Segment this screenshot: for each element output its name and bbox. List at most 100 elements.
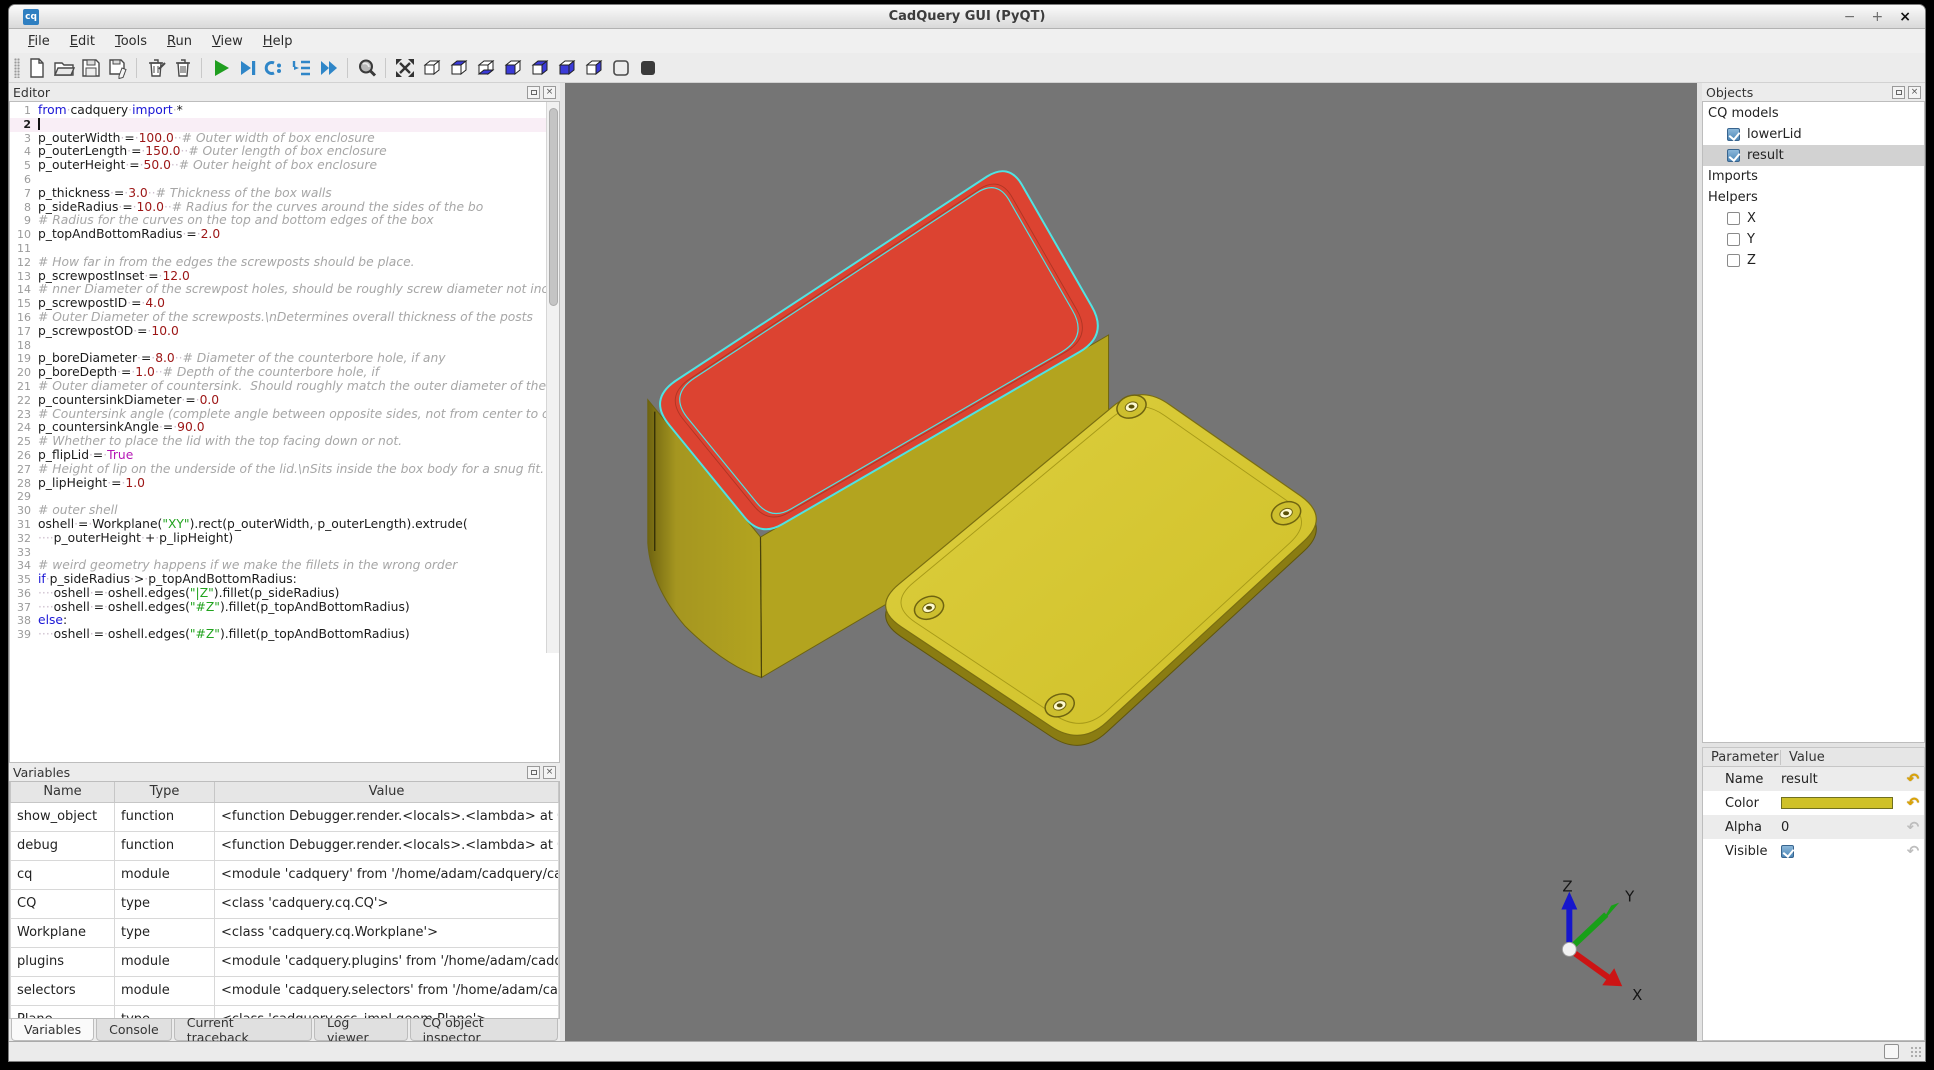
- step-button[interactable]: [261, 55, 288, 81]
- code-line-11[interactable]: 11: [10, 242, 546, 256]
- code-line-31[interactable]: 31oshell·=·Workplane("XY").rect(p_outerW…: [10, 518, 546, 532]
- code-line-37[interactable]: 37····oshell·=·oshell.edges("#Z").fillet…: [10, 601, 546, 615]
- delete-button[interactable]: [169, 55, 196, 81]
- menu-help[interactable]: Help: [254, 32, 302, 51]
- code-line-8[interactable]: 8p_sideRadius·=·10.0··# Radius for the c…: [10, 201, 546, 215]
- code-line-32[interactable]: 32····p_outerHeight·+·p_lipHeight): [10, 532, 546, 546]
- checkbox-y[interactable]: [1727, 233, 1740, 246]
- code-line-24[interactable]: 24p_countersinkAngle·=·90.0: [10, 421, 546, 435]
- menu-view[interactable]: View: [203, 32, 252, 51]
- parameter-row-name[interactable]: Nameresult↶: [1703, 767, 1924, 791]
- view-right-button[interactable]: [580, 55, 607, 81]
- tab-cq-object-inspector[interactable]: CQ object inspector: [410, 1019, 558, 1041]
- open-file-button[interactable]: [50, 55, 77, 81]
- viewport-3d[interactable]: Z Y X: [565, 83, 1697, 1041]
- view-left-button[interactable]: [553, 55, 580, 81]
- view-back-button[interactable]: [526, 55, 553, 81]
- code-line-14[interactable]: 14# nner Diameter of the screwpost holes…: [10, 283, 546, 297]
- color-swatch[interactable]: [1781, 797, 1893, 809]
- view-front-button[interactable]: [499, 55, 526, 81]
- code-line-23[interactable]: 23# Countersink angle (complete angle be…: [10, 408, 546, 422]
- code-line-21[interactable]: 21# Outer diameter of countersink. Shoul…: [10, 380, 546, 394]
- editor-close-icon[interactable]: ×: [543, 86, 556, 99]
- code-line-19[interactable]: 19p_boreDiameter·=·8.0··# Diameter of th…: [10, 352, 546, 366]
- parameter-value[interactable]: result: [1781, 772, 1902, 787]
- code-line-5[interactable]: 5p_outerHeight·=·50.0··# Outer height of…: [10, 159, 546, 173]
- tree-item-z[interactable]: Z: [1703, 250, 1924, 271]
- checkbox-z[interactable]: [1727, 254, 1740, 267]
- code-line-3[interactable]: 3p_outerWidth·=·100.0··# Outer width of …: [10, 132, 546, 146]
- clear-button[interactable]: [142, 55, 169, 81]
- tree-item-result[interactable]: result: [1703, 145, 1924, 166]
- variable-row[interactable]: selectorsmodule<module 'cadquery.selecto…: [11, 976, 559, 1005]
- code-line-20[interactable]: 20p_boreDepth·=·1.0··# Depth of the coun…: [10, 366, 546, 380]
- code-line-22[interactable]: 22p_countersinkDiameter·=·0.0: [10, 394, 546, 408]
- fit-view-button[interactable]: [391, 55, 418, 81]
- tab-variables[interactable]: Variables: [11, 1019, 94, 1041]
- tree-group-helpers[interactable]: Helpers: [1703, 187, 1924, 208]
- minimize-button[interactable]: −: [1844, 10, 1856, 24]
- code-line-36[interactable]: 36····oshell·=·oshell.edges("|Z").fillet…: [10, 587, 546, 601]
- code-line-2[interactable]: 2: [10, 118, 546, 132]
- save-as-button[interactable]: [104, 55, 131, 81]
- menu-run[interactable]: Run: [158, 32, 201, 51]
- parameter-row-visible[interactable]: Visible↶: [1703, 839, 1924, 863]
- objects-close-icon[interactable]: ×: [1908, 86, 1921, 99]
- variable-row[interactable]: CQtype<class 'cadquery.cq.CQ'>: [11, 889, 559, 918]
- visible-checkbox[interactable]: [1781, 845, 1794, 858]
- code-line-16[interactable]: 16# Outer Diameter of the screwposts.\nD…: [10, 311, 546, 325]
- view-iso-button[interactable]: [418, 55, 445, 81]
- tab-console[interactable]: Console: [96, 1019, 172, 1041]
- parameter-value[interactable]: 0: [1781, 820, 1902, 835]
- parameter-value[interactable]: [1781, 845, 1902, 858]
- revert-icon[interactable]: ↶: [1902, 770, 1924, 788]
- editor-float-icon[interactable]: [527, 86, 540, 99]
- code-editor[interactable]: 1from·cadquery·import·*23p_outerWidth·=·…: [9, 101, 560, 653]
- variable-row[interactable]: show_objectfunction<function Debugger.re…: [11, 802, 559, 831]
- checkbox-result[interactable]: [1727, 149, 1740, 162]
- code-line-10[interactable]: 10p_topAndBottomRadius·=·2.0: [10, 228, 546, 242]
- code-line-27[interactable]: 27# Height of lip on the underside of th…: [10, 463, 546, 477]
- variable-row[interactable]: Workplanetype<class 'cadquery.cq.Workpla…: [11, 918, 559, 947]
- view-bottom-button[interactable]: [472, 55, 499, 81]
- editor-scrollbar-thumb[interactable]: [549, 108, 558, 306]
- code-line-39[interactable]: 39····oshell·=·oshell.edges("#Z").fillet…: [10, 628, 546, 642]
- view-top-button[interactable]: [445, 55, 472, 81]
- variables-column-type[interactable]: Type: [115, 782, 215, 802]
- toolbar-drag-handle[interactable]: [14, 58, 20, 78]
- code-line-35[interactable]: 35if·p_sideRadius·>·p_topAndBottomRadius…: [10, 573, 546, 587]
- debug-button[interactable]: [234, 55, 261, 81]
- variables-float-icon[interactable]: [527, 766, 540, 779]
- tree-item-lowerlid[interactable]: lowerLid: [1703, 124, 1924, 145]
- parameter-value[interactable]: [1781, 797, 1902, 809]
- code-line-12[interactable]: 12# How far in from the edges the screwp…: [10, 256, 546, 270]
- code-line-38[interactable]: 38else:: [10, 614, 546, 628]
- run-button[interactable]: [207, 55, 234, 81]
- checkbox-lowerlid[interactable]: [1727, 128, 1740, 141]
- parameter-row-color[interactable]: Color↶: [1703, 791, 1924, 815]
- code-line-18[interactable]: 18: [10, 339, 546, 353]
- code-line-9[interactable]: 9# Radius for the curves on the top and …: [10, 214, 546, 228]
- inspect-zoom-button[interactable]: [353, 55, 380, 81]
- code-line-29[interactable]: 29: [10, 490, 546, 504]
- menu-file[interactable]: File: [19, 32, 59, 51]
- maximize-button[interactable]: +: [1872, 10, 1884, 24]
- code-line-7[interactable]: 7p_thickness·=·3.0··# Thickness of the b…: [10, 187, 546, 201]
- code-line-6[interactable]: 6: [10, 173, 546, 187]
- statusbar-button[interactable]: [1884, 1044, 1899, 1059]
- save-button[interactable]: [77, 55, 104, 81]
- close-button[interactable]: ×: [1899, 10, 1911, 24]
- menu-edit[interactable]: Edit: [61, 32, 104, 51]
- objects-float-icon[interactable]: [1892, 86, 1905, 99]
- variable-row[interactable]: debugfunction<function Debugger.render.<…: [11, 831, 559, 860]
- code-line-33[interactable]: 33: [10, 546, 546, 560]
- shaded-button[interactable]: [634, 55, 661, 81]
- code-line-4[interactable]: 4p_outerLength·=·150.0··# Outer length o…: [10, 145, 546, 159]
- editor-scrollbar[interactable]: [546, 102, 559, 653]
- tree-group-imports[interactable]: Imports: [1703, 166, 1924, 187]
- tree-item-y[interactable]: Y: [1703, 229, 1924, 250]
- code-line-34[interactable]: 34# weird geometry happens if we make th…: [10, 559, 546, 573]
- variables-close-icon[interactable]: ×: [543, 766, 556, 779]
- code-line-1[interactable]: 1from·cadquery·import·*: [10, 104, 546, 118]
- code-line-25[interactable]: 25# Whether to place the lid with the to…: [10, 435, 546, 449]
